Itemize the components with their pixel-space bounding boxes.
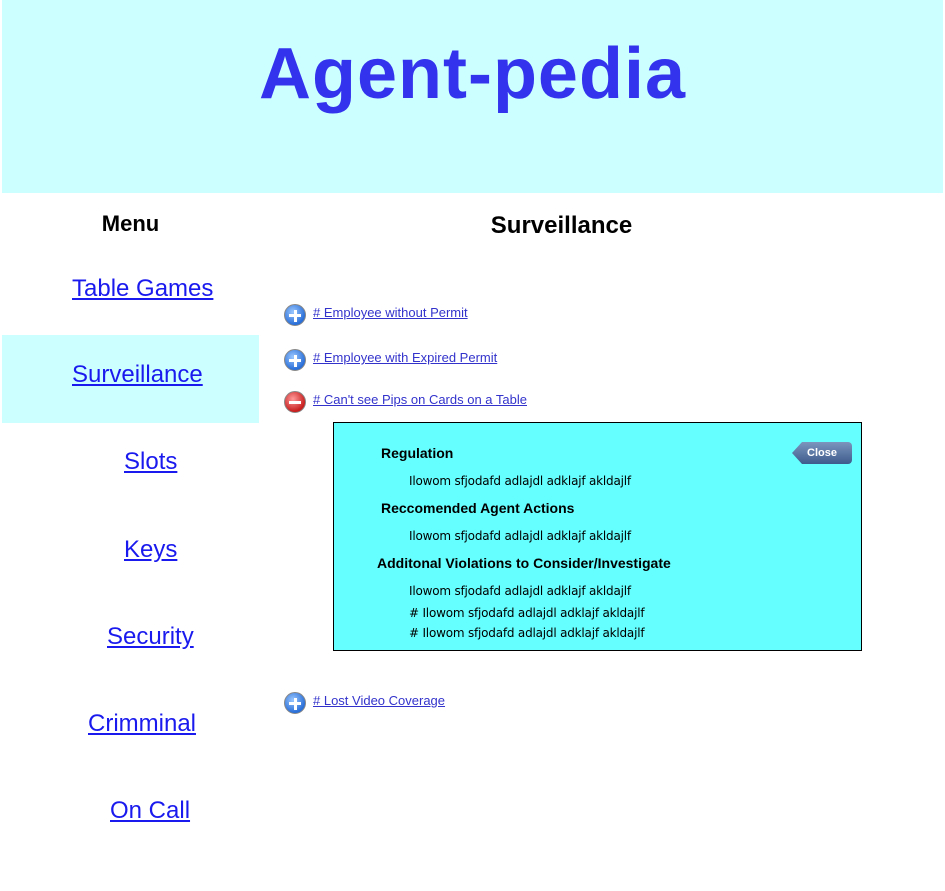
plus-circle-icon[interactable]: [284, 692, 306, 714]
sidebar-item-on-call[interactable]: On Call: [2, 771, 259, 859]
section-text: Ilowom sfjodafd adlajdl adklajf akldajlf: [409, 584, 631, 598]
minus-circle-icon[interactable]: [284, 391, 306, 413]
sidebar-item-crimminal[interactable]: Crimminal: [2, 684, 259, 772]
plus-circle-icon[interactable]: [284, 304, 306, 326]
section-text: Ilowom sfjodafd adlajdl adklajf akldajlf: [409, 529, 631, 543]
sidebar-link-slots[interactable]: Slots: [124, 448, 177, 476]
section-text: # Ilowom sfjodafd adlajdl adklajf akldaj…: [409, 626, 645, 640]
sidebar-link-table-games[interactable]: Table Games: [72, 275, 213, 303]
section-heading-additional-violations: Additonal Violations to Consider/Investi…: [377, 555, 671, 571]
site-header: Agent-pedia: [2, 0, 943, 193]
sidebar-link-keys[interactable]: Keys: [124, 536, 177, 564]
sidebar-item-table-games[interactable]: Table Games: [2, 249, 259, 337]
sidebar-item-keys[interactable]: Keys: [2, 510, 259, 598]
sidebar-link-surveillance[interactable]: Surveillance: [72, 361, 203, 389]
faq-detail-panel: Close Regulation Ilowom sfjodafd adlajdl…: [333, 422, 862, 651]
sidebar-link-on-call[interactable]: On Call: [110, 797, 190, 825]
plus-circle-icon[interactable]: [284, 349, 306, 371]
faq-link[interactable]: # Lost Video Coverage: [313, 693, 445, 708]
sidebar-link-security[interactable]: Security: [107, 623, 194, 651]
menu-title: Menu: [101, 211, 160, 236]
faq-link[interactable]: # Employee with Expired Permit: [313, 350, 497, 365]
faq-link[interactable]: # Employee without Permit: [313, 305, 468, 320]
sidebar-item-surveillance[interactable]: Surveillance: [2, 335, 259, 423]
site-title: Agent-pedia: [258, 34, 686, 114]
sidebar-menu: Menu Table Games Surveillance Slots Keys…: [2, 193, 259, 891]
section-heading-regulation: Regulation: [381, 445, 454, 461]
section-text: # Ilowom sfjodafd adlajdl adklajf akldaj…: [409, 606, 645, 620]
sidebar-item-security[interactable]: Security: [2, 597, 259, 685]
sidebar-item-slots[interactable]: Slots: [2, 422, 259, 510]
section-heading-agent-actions: Reccomended Agent Actions: [381, 500, 575, 516]
faq-link[interactable]: # Can't see Pips on Cards on a Table: [313, 392, 527, 407]
section-text: Ilowom sfjodafd adlajdl adklajf akldajlf: [409, 474, 631, 488]
sidebar-link-crimminal[interactable]: Crimminal: [88, 710, 196, 738]
close-button[interactable]: Close: [792, 442, 852, 464]
page-title: Surveillance: [490, 212, 633, 239]
